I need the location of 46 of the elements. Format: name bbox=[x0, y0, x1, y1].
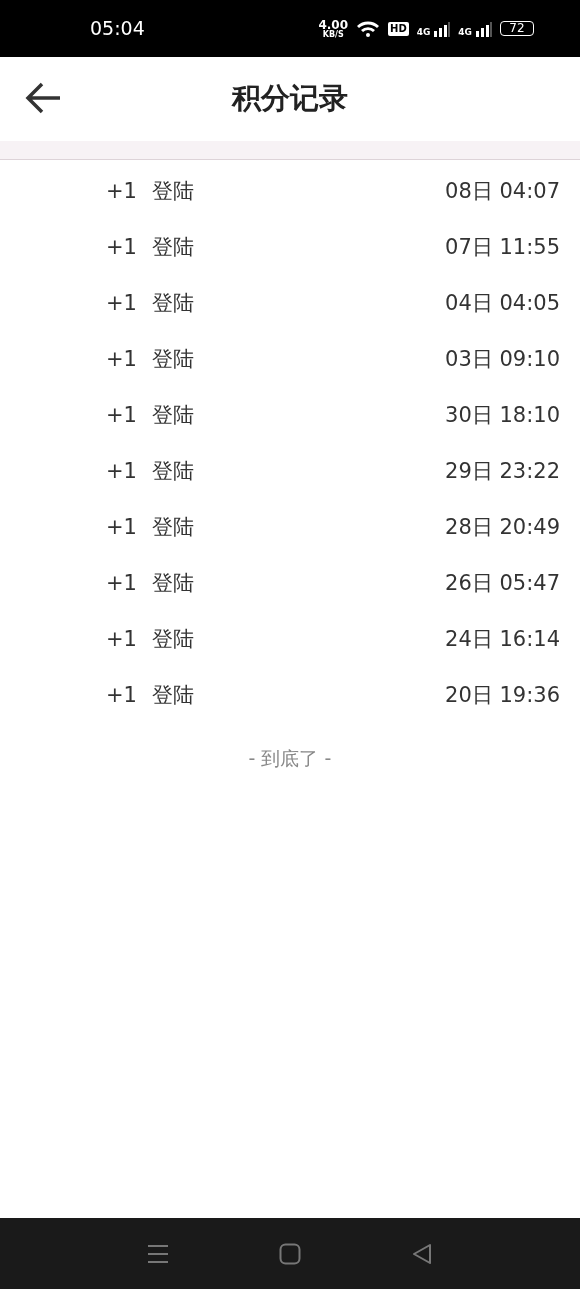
page-title: 积分记录 bbox=[232, 80, 348, 118]
signal-icon bbox=[434, 20, 451, 37]
back-icon[interactable] bbox=[411, 1242, 433, 1265]
points-change: +1 bbox=[106, 178, 138, 206]
record-action: 登陆 bbox=[152, 514, 194, 542]
record-time: 04日 04:05 bbox=[445, 290, 560, 318]
home-icon[interactable] bbox=[279, 1242, 301, 1265]
record-action: 登陆 bbox=[152, 458, 194, 486]
end-of-list-note: - 到底了 - bbox=[248, 746, 332, 771]
points-change: +1 bbox=[106, 402, 138, 430]
speed-unit: KB/S bbox=[322, 30, 344, 39]
record-time: 28日 20:49 bbox=[445, 514, 560, 542]
record-time: 20日 19:36 bbox=[445, 682, 560, 710]
record-action: 登陆 bbox=[152, 346, 194, 374]
battery-level: 72 bbox=[500, 21, 534, 36]
points-change: +1 bbox=[106, 514, 138, 542]
record-time: 30日 18:10 bbox=[445, 402, 560, 430]
status-time: 05:04 bbox=[90, 16, 145, 42]
record-time: 29日 23:22 bbox=[445, 458, 560, 486]
hd-badge: HD bbox=[388, 21, 409, 36]
record-time: 26日 05:47 bbox=[445, 570, 560, 598]
points-change: +1 bbox=[106, 682, 138, 710]
record-time: 08日 04:07 bbox=[445, 178, 560, 206]
record-action: 登陆 bbox=[152, 402, 194, 430]
network-speed: 4.00 bbox=[318, 18, 348, 31]
back-arrow-icon[interactable] bbox=[24, 81, 62, 115]
record-action: 登陆 bbox=[152, 234, 194, 262]
points-change: +1 bbox=[106, 234, 138, 262]
points-change: +1 bbox=[106, 346, 138, 374]
menu-icon[interactable] bbox=[147, 1243, 169, 1264]
points-change: +1 bbox=[106, 570, 138, 598]
record-time: 03日 09:10 bbox=[445, 346, 560, 374]
record-action: 登陆 bbox=[152, 570, 194, 598]
record-action: 登陆 bbox=[152, 178, 194, 206]
record-action: 登陆 bbox=[152, 682, 194, 710]
record-action: 登陆 bbox=[152, 290, 194, 318]
wifi-icon bbox=[356, 19, 380, 38]
points-change: +1 bbox=[106, 290, 138, 318]
network-type: 4G bbox=[458, 27, 472, 37]
network-type: 4G bbox=[416, 27, 431, 37]
signal-icon bbox=[476, 20, 492, 37]
record-time: 24日 16:14 bbox=[445, 626, 560, 654]
record-action: 登陆 bbox=[152, 626, 194, 654]
points-change: +1 bbox=[106, 458, 138, 486]
record-time: 07日 11:55 bbox=[445, 234, 560, 262]
points-change: +1 bbox=[106, 626, 138, 654]
